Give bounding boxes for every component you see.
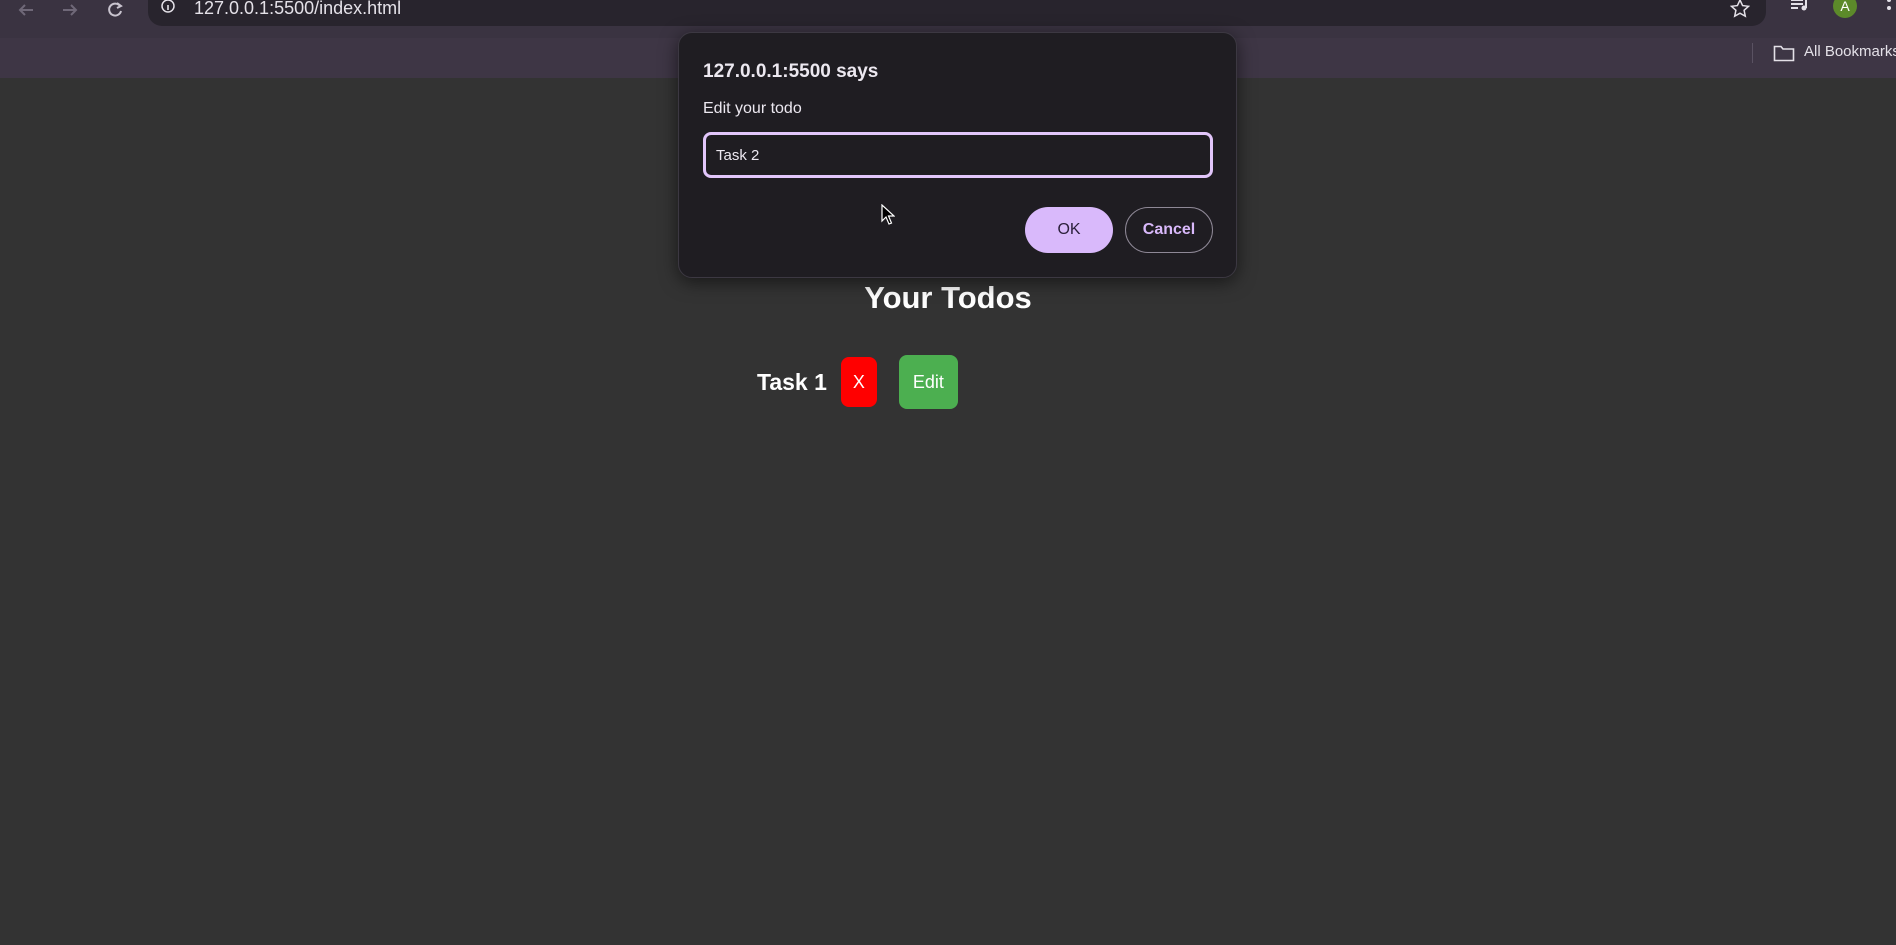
todo-item: Task 1 X Edit: [757, 355, 958, 409]
page-title: Your Todos: [864, 280, 1032, 315]
address-bar[interactable]: 127.0.0.1:5500/index.html: [148, 0, 1766, 26]
dialog-message: Edit your todo: [703, 100, 802, 117]
site-info-icon[interactable]: [160, 0, 176, 16]
ok-button[interactable]: OK: [1025, 207, 1113, 253]
bookmark-star-icon[interactable]: [1729, 0, 1751, 19]
todo-edit-input[interactable]: [703, 132, 1213, 178]
cancel-button[interactable]: Cancel: [1125, 207, 1213, 253]
menu-icon[interactable]: [1886, 0, 1892, 19]
mouse-cursor-icon: [881, 203, 896, 226]
media-icon[interactable]: [1790, 0, 1812, 19]
back-icon[interactable]: [12, 0, 40, 20]
profile-avatar[interactable]: A: [1833, 0, 1857, 18]
all-bookmarks-link[interactable]: All Bookmarks: [1804, 43, 1896, 60]
edit-todo-button[interactable]: Edit: [898, 355, 958, 409]
url-text: 127.0.0.1:5500/index.html: [194, 0, 402, 18]
delete-todo-button[interactable]: X: [840, 357, 877, 407]
prompt-dialog: 127.0.0.1:5500 says Edit your todo OK Ca…: [678, 32, 1237, 278]
forward-icon[interactable]: [56, 0, 84, 20]
reload-icon[interactable]: [101, 0, 129, 20]
folder-icon: [1773, 44, 1795, 62]
bookmarks-separator: [1752, 43, 1753, 63]
todo-text: Task 1: [757, 368, 827, 395]
dialog-title: 127.0.0.1:5500 says: [703, 61, 879, 82]
